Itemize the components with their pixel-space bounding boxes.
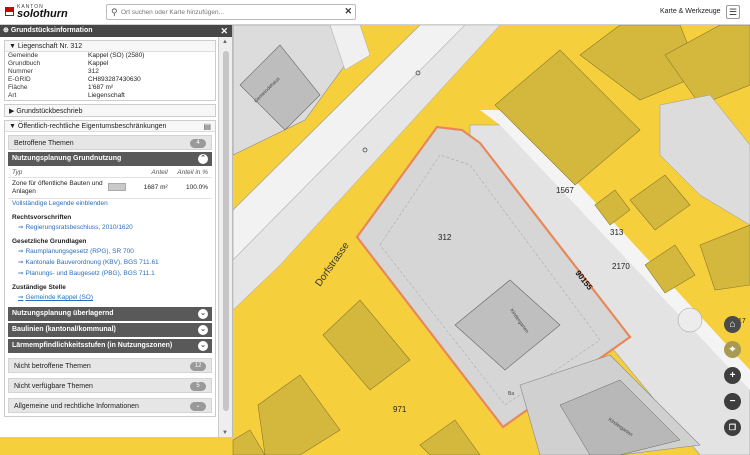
logo[interactable]: KANTON solothurn [5, 3, 73, 21]
parcel-label-313: 313 [610, 228, 624, 237]
panel-info-icon: ⊕ [3, 27, 9, 34]
theme-nutzungsplanung-ueberlagernd[interactable]: Nutzungsplanung überlagernd ⌄ [8, 307, 212, 321]
rechtsvorschriften-title: Rechtsvorschriften [12, 214, 72, 221]
parcel-row: Art Liegenschaft [8, 92, 125, 99]
scroll-down-icon[interactable]: ▼ [222, 430, 228, 436]
layers-icon[interactable]: ❐ [724, 419, 741, 436]
clear-icon[interactable]: ✕ [344, 6, 352, 17]
top-bar: KANTON solothurn ⚲ ✕ Karte & Werkzeuge ☰ [0, 0, 750, 25]
link-icon: ⇒ [18, 294, 24, 301]
zoom-in-button[interactable]: + [724, 367, 741, 384]
parcel-label-971: 971 [393, 405, 407, 414]
count-badge: 5 [190, 382, 206, 391]
flag-icon [5, 7, 14, 16]
logo-name: solothurn [17, 8, 68, 20]
stelle-link[interactable]: ⇒ Gemeinde Kappel (SO) [8, 292, 212, 303]
search-input[interactable] [121, 6, 341, 19]
document-link[interactable]: ⇒ Planungs- und Baugesetz (PBG), BGS 711.… [8, 268, 212, 279]
parcel-label-2170: 2170 [612, 262, 630, 271]
chevron-down-icon: ⌄ [198, 325, 208, 335]
locate-icon[interactable]: ⌖ [724, 341, 741, 358]
legend-header: Typ Anteil Anteil in % [8, 166, 212, 178]
grundlagen-title: Gesetzliche Grundlagen [12, 238, 87, 245]
document-link[interactable]: ⇒ Kantonale Bauverordnung (KBV), BGS 711.… [8, 257, 212, 268]
count-badge: 4 [190, 139, 206, 148]
betroffene-themen-toggle[interactable]: Betroffene Themen 4 [8, 135, 212, 150]
panel-scrollbar[interactable]: ▲ ▼ [218, 37, 232, 437]
full-legend-link[interactable]: Vollständige Legende einblenden [8, 199, 212, 209]
parcel-label-1567: 1567 [556, 186, 574, 195]
tools-button[interactable]: Karte & Werkzeuge [660, 8, 721, 15]
link-icon: ⇒ [18, 224, 24, 231]
parcel-row: Gemeinde Kappel (SO) (2580) [8, 52, 145, 59]
grundstueckbeschrieb-toggle[interactable]: ▶ Grundstückbeschrieb [4, 104, 216, 117]
allgemein-toggle[interactable]: Allgemeine und rechtliche Informationen ⌄ [8, 398, 212, 413]
chevron-up-icon: ⌃ [198, 154, 208, 164]
stelle-title: Zuständige Stelle [12, 284, 66, 291]
theme-baulinien[interactable]: Baulinien (kantonal/kommunal) ⌄ [8, 323, 212, 337]
search-icon: ⚲ [111, 7, 118, 17]
caret-down-icon: ▼ [9, 123, 18, 130]
panel-header: ⊕ Grundstücksinformation ✕ [0, 25, 232, 37]
chevron-down-icon: ⌄ [198, 341, 208, 351]
panel-body: ▼ Liegenschaft Nr. 312 Gemeinde Kappel (S… [4, 40, 216, 417]
link-icon: ⇒ [18, 248, 24, 255]
parcel-row: E-GRID CH893287430630 [8, 76, 141, 83]
scroll-up-icon[interactable]: ▲ [222, 39, 228, 45]
oereb-box: ▼ Öffentlich-rechtliche Eigentumsbeschrä… [4, 120, 216, 417]
parcel-row: Nummer 312 [8, 68, 99, 75]
parcel-row: Fläche 1'687 m² [8, 84, 114, 91]
link-icon: ⇒ [18, 259, 24, 266]
legend-swatch [108, 182, 127, 191]
parcel-row: Grundbuch Kappel [8, 60, 109, 67]
zoom-out-button[interactable]: − [724, 393, 741, 410]
pdf-icon[interactable]: ▤ [203, 121, 211, 132]
small-label-ba: Ba [508, 391, 514, 397]
chevron-down-icon: ⌄ [198, 309, 208, 319]
menu-icon[interactable]: ☰ [726, 5, 740, 19]
panel-title: Grundstücksinformation [10, 27, 93, 34]
parcel-label-312: 312 [438, 233, 452, 242]
link-icon: ⇒ [18, 270, 24, 277]
search-box: ⚲ ✕ [106, 4, 356, 20]
parcel-box: ▼ Liegenschaft Nr. 312 Gemeinde Kappel (S… [4, 40, 216, 101]
theme-nutzungsplanung-grundnutzung[interactable]: Nutzungsplanung Grundnutzung ⌃ [8, 152, 212, 166]
legend-row: Zone für öffentliche Bauten und Anlagen … [8, 178, 212, 199]
theme-laermempfindlichkeit[interactable]: Lärmempfindlichkeitsstufen (in Nutzungsz… [8, 339, 212, 353]
count-badge: 12 [190, 362, 206, 371]
document-link[interactable]: ⇒ Raumplanungsgesetz (RPG), SR 700 [8, 246, 212, 257]
close-icon[interactable]: ✕ [220, 25, 228, 37]
home-icon[interactable]: ⌂ [724, 316, 741, 333]
oereb-header[interactable]: ▼ Öffentlich-rechtliche Eigentumsbeschrä… [5, 121, 215, 132]
document-link[interactable]: ⇒ Regierungsratsbeschluss, 2010/1620 [8, 222, 212, 233]
side-panel: ⊕ Grundstücksinformation ✕ ▲ ▼ ▼ Liegens… [0, 25, 233, 437]
scroll-thumb[interactable] [223, 51, 229, 411]
nicht-verfuegbar-toggle[interactable]: Nicht verfügbare Themen 5 [8, 378, 212, 393]
parcel-header[interactable]: ▼ Liegenschaft Nr. 312 [5, 41, 215, 52]
oereb-content: Betroffene Themen 4 Nutzungsplanung Grund… [5, 132, 215, 416]
caret-down-icon: ▼ [9, 43, 18, 50]
chevron-down-icon: ⌄ [190, 402, 206, 411]
nicht-betroffene-toggle[interactable]: Nicht betroffene Themen 12 [8, 358, 212, 373]
